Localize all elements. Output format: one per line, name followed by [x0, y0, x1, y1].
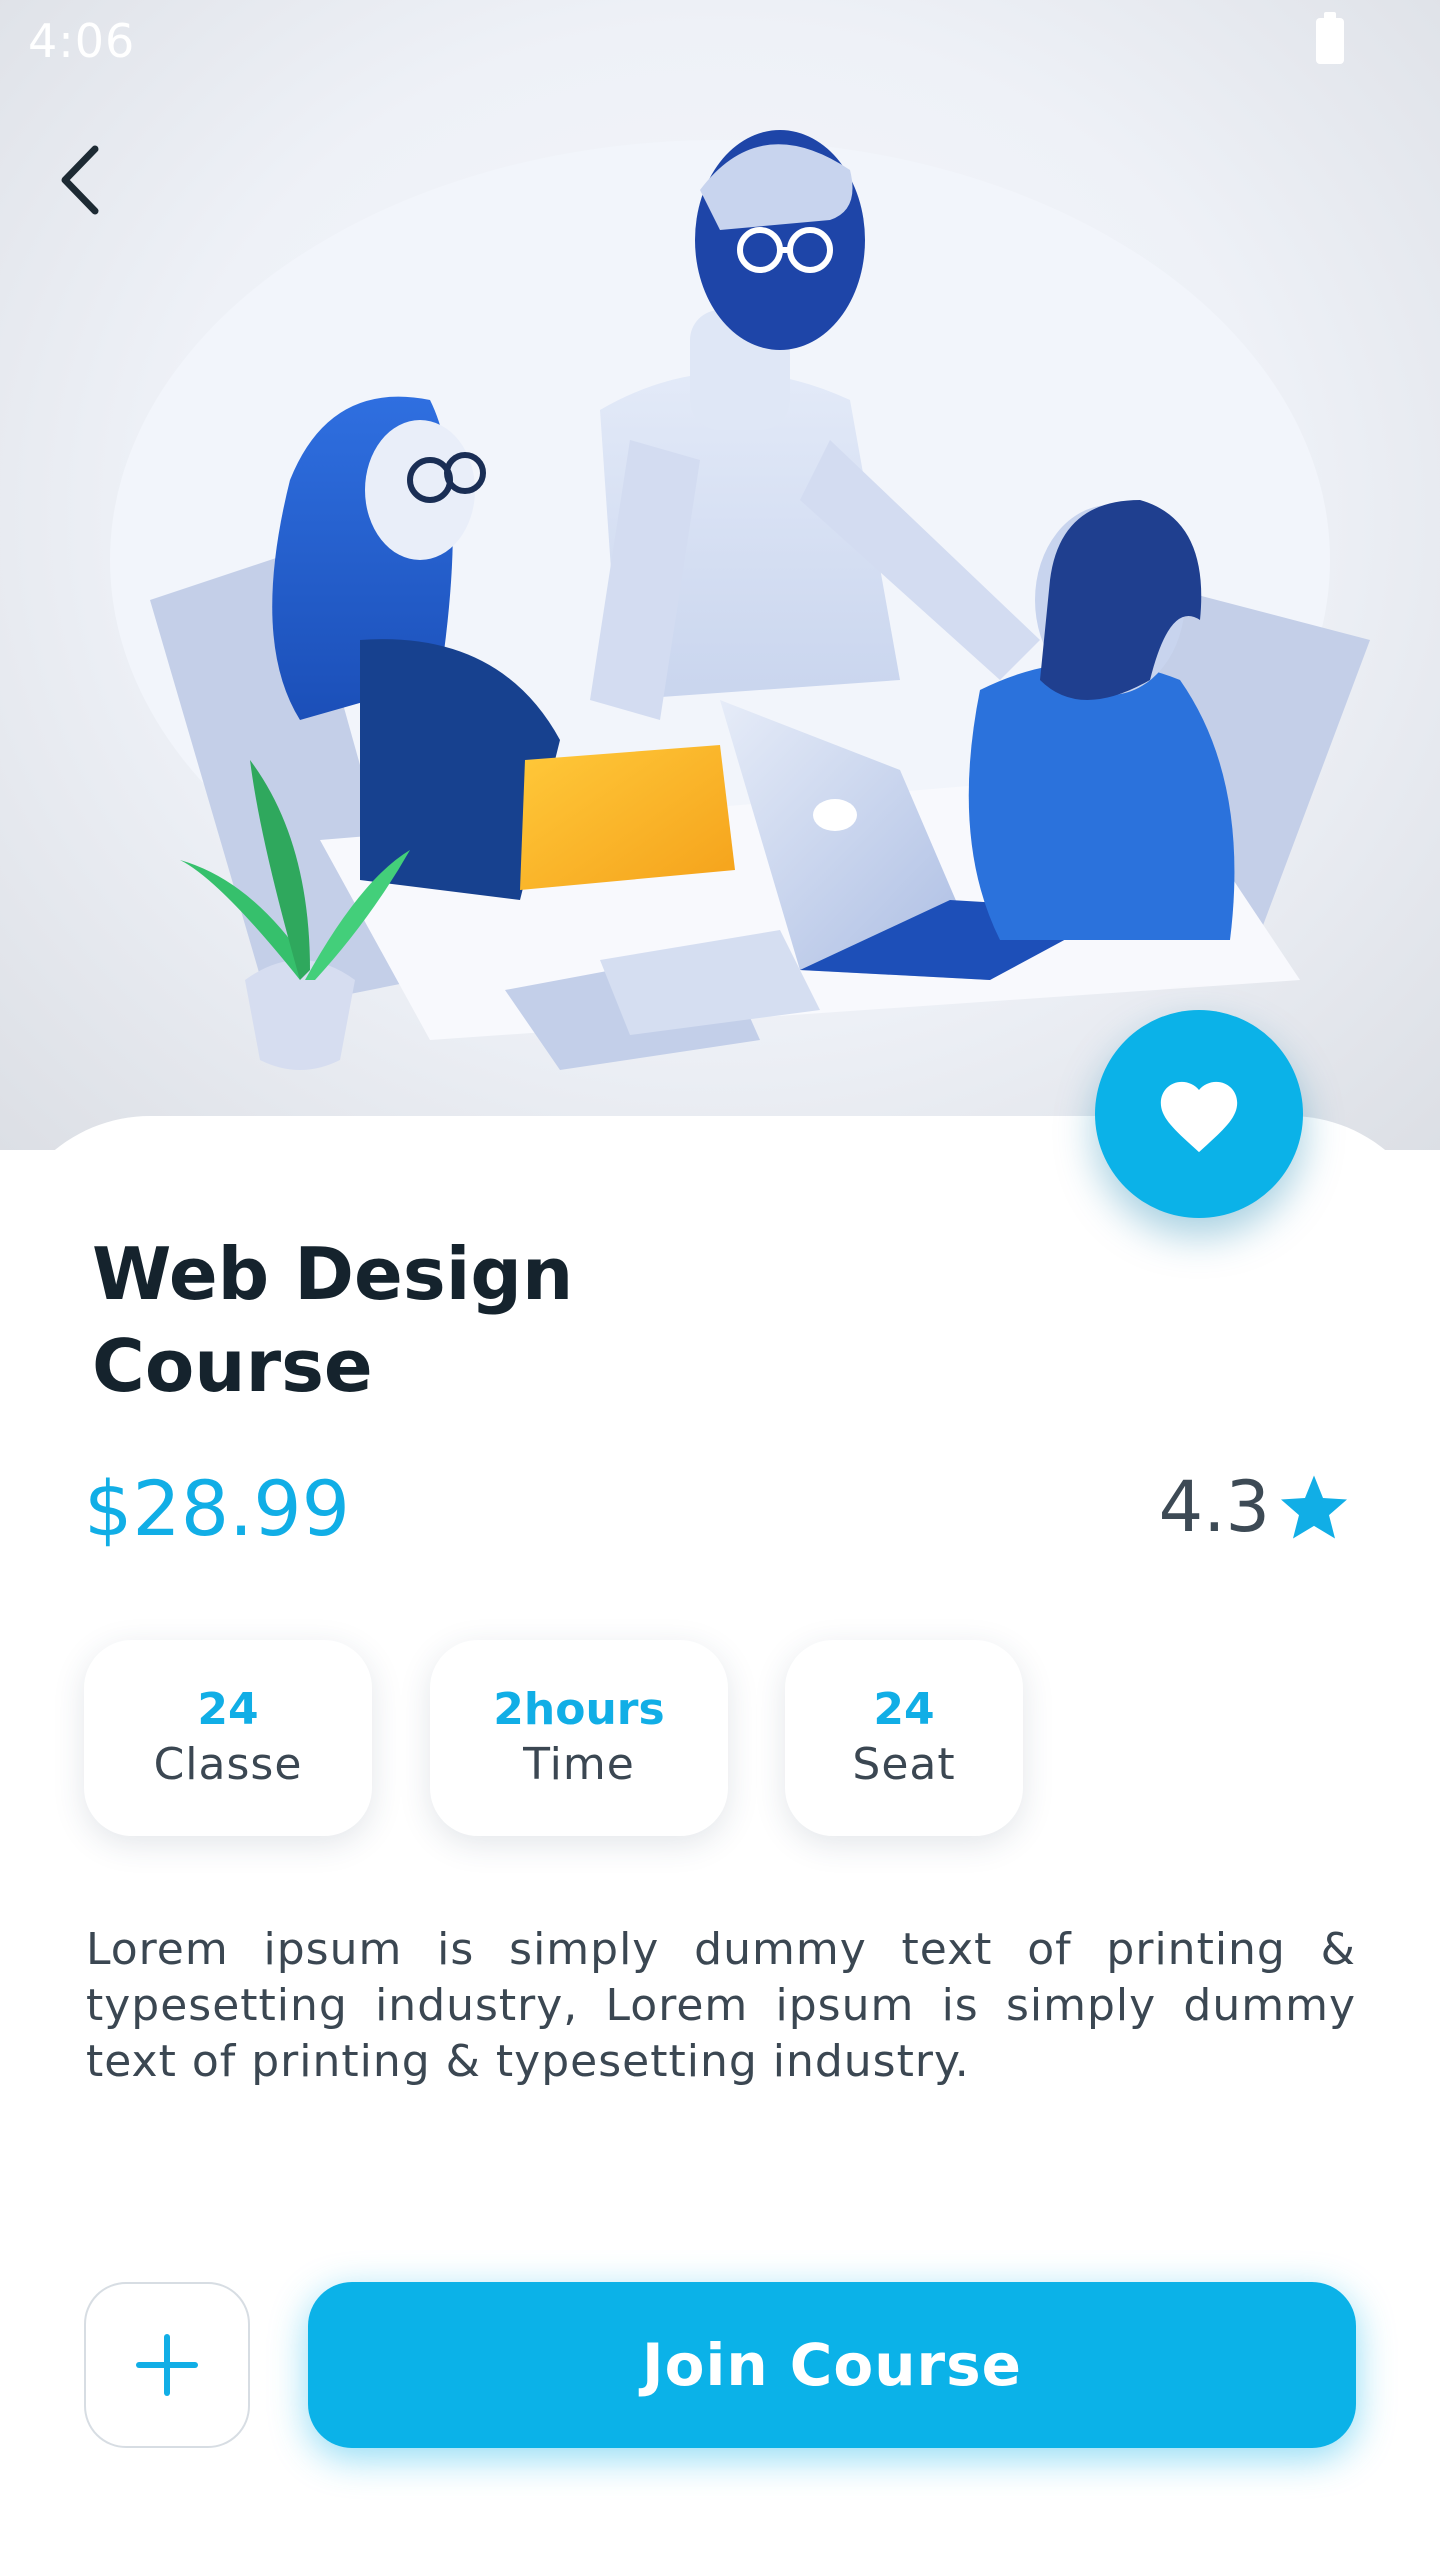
stat-label: Classe [153, 1739, 303, 1790]
stat-value: 2hours [493, 1684, 665, 1735]
course-rating: 4.3 [1159, 1466, 1350, 1548]
stat-value: 24 [197, 1684, 259, 1735]
plus-icon [136, 2334, 198, 2396]
back-button[interactable] [40, 135, 120, 225]
course-price: $28.99 [84, 1464, 350, 1553]
chevron-left-icon [61, 145, 99, 215]
stat-label: Time [523, 1739, 635, 1790]
add-button[interactable] [84, 2282, 250, 2448]
course-title-line1: Web Design [92, 1232, 574, 1316]
favorite-button[interactable] [1095, 1010, 1303, 1218]
heart-icon [1160, 1081, 1238, 1153]
team-meeting-illustration [110, 130, 1370, 1070]
hero-banner: 4:06 [0, 0, 1440, 1150]
stat-time: 2hours Time [430, 1640, 728, 1836]
stat-seats: 24 Seat [785, 1640, 1023, 1836]
stat-label: Seat [852, 1739, 956, 1790]
stat-classes: 24 Classe [84, 1640, 372, 1836]
course-title-line2: Course [92, 1324, 373, 1408]
status-time: 4:06 [28, 14, 136, 68]
stat-value: 24 [873, 1684, 935, 1735]
course-description: Lorem ipsum is simply dummy text of prin… [86, 1924, 1356, 2087]
battery-icon [1316, 12, 1344, 64]
star-icon [1281, 1475, 1347, 1539]
course-title: Web Design Course [92, 1228, 792, 1412]
rating-value: 4.3 [1158, 1466, 1270, 1548]
join-course-button[interactable]: Join Course [308, 2282, 1356, 2448]
